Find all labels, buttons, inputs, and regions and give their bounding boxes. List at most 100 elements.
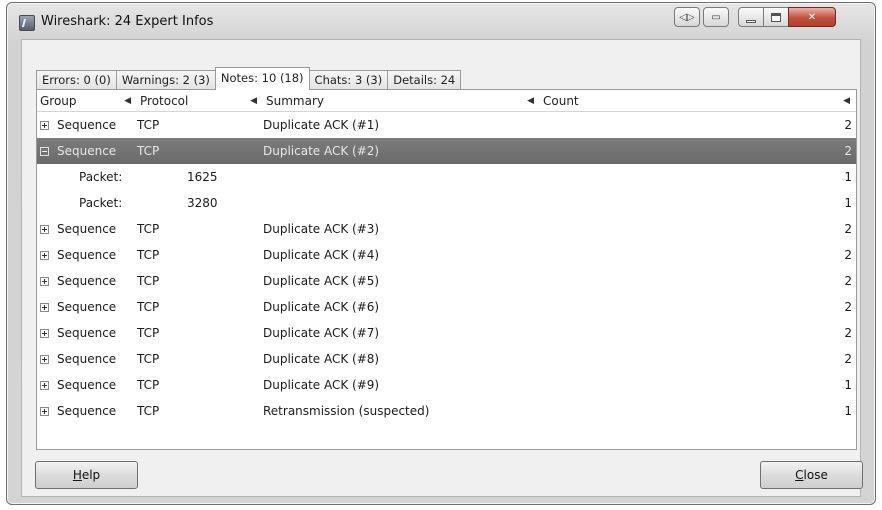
tab-notes[interactable]: Notes: 10 (18) <box>214 67 310 90</box>
group-text: Sequence <box>57 222 117 236</box>
group-cell: Sequence <box>37 274 137 288</box>
protocol-cell: TCP <box>137 326 160 340</box>
window-close-button[interactable]: ✕ <box>788 7 836 27</box>
close-button[interactable]: Close <box>760 461 863 489</box>
close-button-label: Close <box>795 468 828 482</box>
help-button[interactable]: Help <box>35 461 138 489</box>
summary-cell: Duplicate ACK (#5) <box>263 274 380 288</box>
table-row[interactable]: Sequence TCP Duplicate ACK (#9) 1 <box>37 372 856 398</box>
count-cell: 2 <box>844 222 852 236</box>
tab-warnings[interactable]: Warnings: 2 (3) <box>115 70 216 90</box>
table-row[interactable]: Sequence TCP Duplicate ACK (#1) 2 <box>37 112 856 138</box>
group-cell: Sequence <box>37 222 137 236</box>
count-cell: 2 <box>844 248 852 262</box>
expert-info-table: Group ◀ Protocol ◀ Summary ◀ Count ◀ Seq… <box>36 89 857 450</box>
tree-expander-icon[interactable] <box>40 250 49 260</box>
tree-expander-icon[interactable] <box>40 146 49 156</box>
table-row[interactable]: Sequence TCP Duplicate ACK (#8) 2 <box>37 346 856 372</box>
maximize-button[interactable] <box>763 7 789 27</box>
group-text: Sequence <box>57 144 117 158</box>
table-row[interactable]: Sequence TCP Duplicate ACK (#6) 2 <box>37 294 856 320</box>
count-cell: 2 <box>844 274 852 288</box>
close-icon: ✕ <box>807 11 817 23</box>
wireshark-app-icon <box>19 15 35 31</box>
group-text: Sequence <box>57 326 117 340</box>
protocol-cell: TCP <box>137 404 160 418</box>
help-button-label: Help <box>72 468 101 482</box>
summary-cell: Duplicate ACK (#8) <box>263 352 380 366</box>
sort-arrow-icon: ◀ <box>843 96 850 106</box>
packet-label: Packet: <box>79 196 123 210</box>
protocol-cell: TCP <box>137 118 160 132</box>
count-cell: 1 <box>844 404 852 418</box>
dialog-body: Errors: 0 (0) Warnings: 2 (3) Notes: 10 (1… <box>21 39 863 497</box>
title-bar[interactable]: Wireshark: 24 Expert Infos ◁▷ ▭ ✕ <box>7 3 875 39</box>
summary-cell: Duplicate ACK (#1) <box>263 118 380 132</box>
window-title: Wireshark: 24 Expert Infos <box>41 14 214 29</box>
group-text: Sequence <box>57 404 117 418</box>
tree-expander-icon[interactable] <box>40 406 49 416</box>
column-header-count[interactable]: Count ◀ <box>540 90 856 112</box>
table-row[interactable]: Sequence TCP Retransmission (suspected) 1 <box>37 398 856 424</box>
column-header-group-label: Group <box>40 94 77 108</box>
group-cell: Sequence <box>37 404 137 418</box>
summary-cell: Duplicate ACK (#7) <box>263 326 380 340</box>
count-cell: 2 <box>844 144 852 158</box>
minimize-button[interactable] <box>738 7 764 27</box>
column-header-group[interactable]: Group ◀ <box>37 90 137 112</box>
group-text: Sequence <box>57 352 117 366</box>
protocol-cell: TCP <box>137 222 160 236</box>
tree-expander-icon[interactable] <box>40 354 49 364</box>
snap-icon[interactable]: ▭ <box>703 7 729 27</box>
protocol-cell: TCP <box>137 144 160 158</box>
table-row[interactable]: Sequence TCP Duplicate ACK (#2) 2 <box>37 138 856 164</box>
count-cell: 2 <box>844 300 852 314</box>
table-row[interactable]: Sequence TCP Duplicate ACK (#4) 2 <box>37 242 856 268</box>
summary-cell: Duplicate ACK (#9) <box>263 378 380 392</box>
protocol-cell: TCP <box>137 274 160 288</box>
group-cell: Sequence <box>37 352 137 366</box>
packet-row[interactable]: Packet: 3280 1 <box>37 190 856 216</box>
count-cell: 2 <box>844 118 852 132</box>
table-header: Group ◀ Protocol ◀ Summary ◀ Count ◀ <box>37 90 856 112</box>
tab-errors[interactable]: Errors: 0 (0) <box>36 70 117 90</box>
sort-arrow-icon: ◀ <box>124 96 131 106</box>
packet-row[interactable]: Packet: 1625 1 <box>37 164 856 190</box>
column-header-summary[interactable]: Summary ◀ <box>263 90 540 112</box>
count-cell: 2 <box>844 326 852 340</box>
expert-infos-window: Wireshark: 24 Expert Infos ◁▷ ▭ ✕ Errors… <box>6 2 876 505</box>
tree-expander-icon[interactable] <box>40 328 49 338</box>
minimize-icon <box>746 19 756 23</box>
sort-arrow-icon: ◀ <box>527 96 534 106</box>
tree-expander-icon[interactable] <box>40 120 49 130</box>
summary-cell: Duplicate ACK (#2) <box>263 144 380 158</box>
table-row[interactable]: Sequence TCP Duplicate ACK (#7) 2 <box>37 320 856 346</box>
count-cell: 2 <box>844 352 852 366</box>
maximize-icon <box>771 12 781 22</box>
packet-number: 3280 <box>187 196 218 210</box>
tree-expander-icon[interactable] <box>40 224 49 234</box>
table-row[interactable]: Sequence TCP Duplicate ACK (#5) 2 <box>37 268 856 294</box>
group-cell: Sequence <box>37 118 137 132</box>
group-text: Sequence <box>57 118 117 132</box>
tree-expander-icon[interactable] <box>40 380 49 390</box>
summary-cell: Duplicate ACK (#6) <box>263 300 380 314</box>
column-header-protocol-label: Protocol <box>140 94 189 108</box>
tree-expander-icon[interactable] <box>40 302 49 312</box>
tab-details[interactable]: Details: 24 <box>387 70 462 90</box>
summary-cell: Duplicate ACK (#4) <box>263 248 380 262</box>
group-cell: Sequence <box>37 326 137 340</box>
protocol-cell: TCP <box>137 248 160 262</box>
aero-peek-icon[interactable]: ◁▷ <box>674 7 700 27</box>
tab-bar: Errors: 0 (0) Warnings: 2 (3) Notes: 10 (1… <box>36 67 462 90</box>
table-row[interactable]: Sequence TCP Duplicate ACK (#3) 2 <box>37 216 856 242</box>
column-header-protocol[interactable]: Protocol ◀ <box>137 90 263 112</box>
summary-cell: Retransmission (suspected) <box>263 404 430 418</box>
protocol-cell: TCP <box>137 352 160 366</box>
tab-chats[interactable]: Chats: 3 (3) <box>308 70 389 90</box>
group-cell: Sequence <box>37 248 137 262</box>
group-text: Sequence <box>57 248 117 262</box>
packet-label: Packet: <box>79 170 123 184</box>
column-header-summary-label: Summary <box>266 94 324 108</box>
tree-expander-icon[interactable] <box>40 276 49 286</box>
